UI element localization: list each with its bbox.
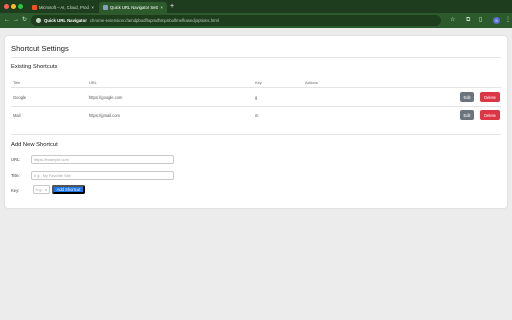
page-title: Shortcut Settings [11, 44, 69, 53]
section-divider [11, 134, 501, 135]
title-input[interactable] [31, 171, 174, 180]
tab-title: Microsoft – AI, Cloud, Produ [39, 5, 90, 10]
column-header-key: Key [255, 80, 262, 85]
row-title: Google [13, 95, 27, 100]
delete-button[interactable]: Delete [480, 92, 500, 102]
edit-button[interactable]: Edit [460, 92, 474, 102]
url-label: URL: [11, 157, 21, 162]
edit-button[interactable]: Edit [460, 110, 474, 120]
existing-shortcuts-heading: Existing Shortcuts [11, 64, 58, 70]
column-header-actions: Actions [305, 80, 318, 85]
window-close-dot[interactable] [4, 4, 9, 9]
window-zoom-dot[interactable] [18, 4, 23, 9]
row-url: https://gmail.com [89, 113, 120, 118]
tab-title: Quick URL Navigator Settings [110, 5, 158, 10]
reload-icon[interactable]: ↻ [22, 16, 27, 25]
new-tab-icon[interactable]: + [170, 2, 174, 11]
row-url: https://google.com [89, 95, 123, 100]
microsoft-favicon-icon [32, 5, 37, 10]
url-input[interactable] [31, 155, 174, 164]
star-icon[interactable]: ☆ [450, 16, 455, 25]
address-site-name: Quick URL Navigator [44, 18, 87, 23]
browser-toolbar: ← → ↻ Quick URL Navigator chrome-extensi… [0, 13, 512, 28]
row-divider [11, 106, 501, 107]
address-bar[interactable]: Quick URL Navigator chrome-extension://a… [31, 15, 441, 26]
menu-icon[interactable]: ⋮ [505, 16, 511, 25]
add-shortcut-heading: Add New Shortcut [11, 142, 58, 148]
column-header-url: URL [89, 80, 97, 85]
profile-icon[interactable]: S [493, 17, 500, 24]
tab-close-icon[interactable]: × [160, 5, 163, 10]
row-key: m [255, 113, 259, 118]
tab-close-icon[interactable]: × [91, 5, 94, 10]
back-icon[interactable]: ← [4, 16, 10, 25]
extension-icon [36, 18, 41, 23]
title-label: Title: [11, 173, 20, 178]
window-minimize-dot[interactable] [11, 4, 16, 9]
key-input[interactable] [33, 185, 50, 194]
row-title: Mail [13, 113, 21, 118]
forward-icon[interactable]: → [13, 16, 19, 25]
address-url: chrome-extension://amdpbodflopmdhmpnbolf… [89, 18, 219, 23]
tab-microsoft[interactable]: Microsoft – AI, Cloud, Produ × [28, 2, 98, 13]
row-key: g [255, 95, 258, 100]
sidepanel-icon[interactable]: ▯ [479, 16, 482, 25]
column-header-title: Title [13, 80, 21, 85]
delete-button[interactable]: Delete [480, 110, 500, 120]
browser-tab-strip: Microsoft – AI, Cloud, Produ × Quick URL… [0, 0, 512, 13]
puzzle-icon[interactable]: ⧉ [466, 16, 470, 25]
tab-quick-url-navigator-settings[interactable]: Quick URL Navigator Settings × [99, 2, 167, 13]
extension-favicon-icon [103, 5, 108, 10]
add-shortcut-button[interactable]: Add Shortcut [52, 185, 85, 194]
settings-card: Shortcut Settings Existing Shortcuts Tit… [5, 36, 507, 208]
title-divider [11, 57, 501, 58]
key-label: Key: [11, 188, 20, 193]
table-header-divider [11, 87, 501, 88]
